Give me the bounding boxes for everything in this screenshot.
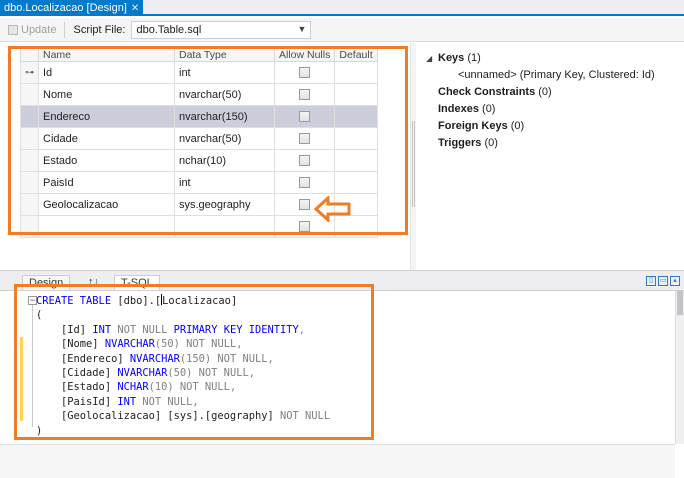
pane-layout-controls: ▯ ▭ ▴ [646, 276, 680, 286]
document-tab-strip: dbo.Localizacao [Design] ✕ [0, 0, 684, 16]
keys-node[interactable]: ◢ Keys (1) [426, 50, 682, 67]
document-tab-title: dbo.Localizacao [Design] [4, 1, 127, 14]
annotation-code-highlight-box [14, 284, 374, 440]
expand-triangle-icon[interactable]: ◢ [426, 50, 438, 67]
chevron-down-icon: ▼ [297, 23, 307, 34]
toolbar-separator [64, 21, 66, 38]
pane-splitter[interactable] [410, 43, 416, 270]
editor-status-area [0, 444, 675, 478]
collapse-pane-icon[interactable]: ▴ [670, 276, 680, 286]
check-constraints-node[interactable]: Check Constraints (0) [426, 84, 682, 101]
split-vertical-icon[interactable]: ▯ [646, 276, 656, 286]
scrollbar-thumb[interactable] [677, 291, 683, 315]
pin-icon[interactable]: ✕ [131, 1, 139, 16]
update-icon [8, 24, 18, 35]
update-button[interactable]: Update [8, 24, 56, 36]
designer-toolbar: Update Script File: dbo.Table.sql ▼ [0, 18, 684, 42]
script-file-label: Script File: [73, 23, 126, 36]
table-properties-pane: ◢ Keys (1) <unnamed> (Primary Key, Cluste… [426, 50, 682, 152]
split-horizontal-icon[interactable]: ▭ [658, 276, 668, 286]
update-label: Update [21, 23, 57, 36]
annotation-arrow-icon [314, 196, 351, 222]
primary-key-entry[interactable]: <unnamed> (Primary Key, Clustered: Id) [426, 67, 682, 84]
foreign-keys-node[interactable]: Foreign Keys (0) [426, 118, 682, 135]
script-file-dropdown[interactable]: dbo.Table.sql ▼ [131, 20, 312, 39]
indexes-node[interactable]: Indexes (0) [426, 101, 682, 118]
triggers-node[interactable]: Triggers (0) [426, 135, 682, 152]
document-tab[interactable]: dbo.Localizacao [Design] ✕ [0, 0, 144, 16]
splitter-grip[interactable] [412, 121, 415, 207]
script-file-value: dbo.Table.sql [136, 23, 202, 36]
editor-vertical-scrollbar[interactable] [675, 291, 684, 444]
